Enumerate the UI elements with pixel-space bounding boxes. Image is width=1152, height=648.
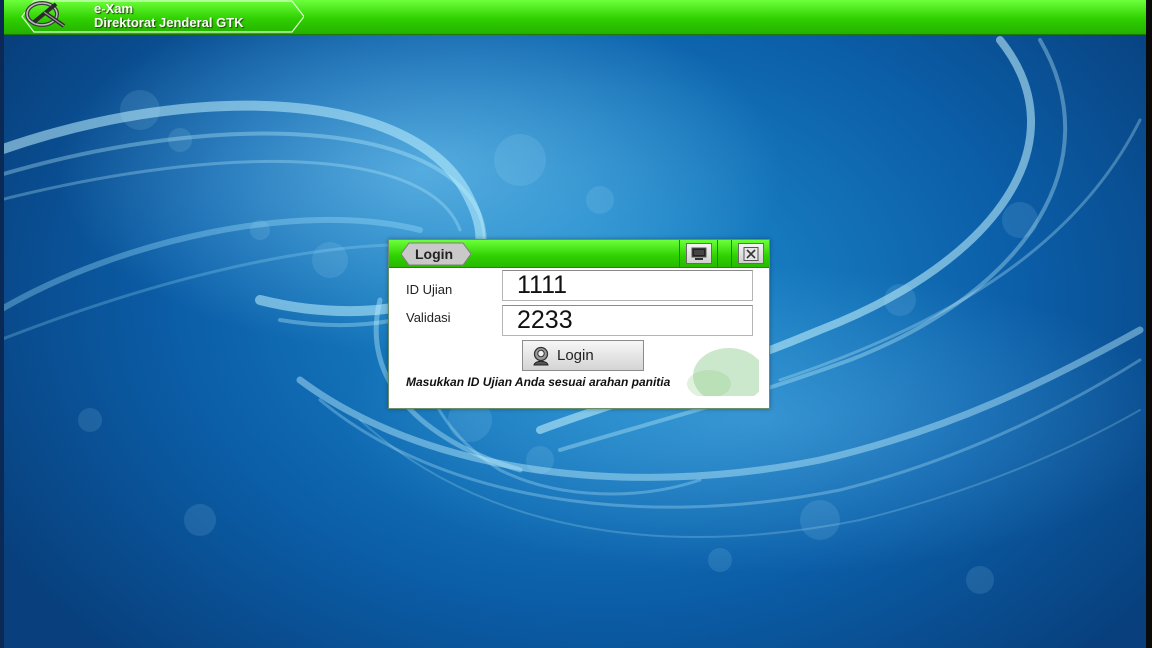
validasi-label: Validasi: [406, 310, 451, 325]
dialog-title: Login: [415, 246, 454, 262]
id-ujian-label: ID Ujian: [406, 282, 453, 297]
id-ujian-input[interactable]: 1111: [502, 270, 753, 301]
dialog-titlebar: Login: [389, 240, 769, 268]
app-name: e-Xam: [94, 1, 134, 16]
close-button[interactable]: [738, 243, 764, 264]
exam-logo-icon: [25, 1, 66, 28]
login-button-label: Login: [557, 347, 594, 364]
app-title-tab: e-Xam Direktorat Jenderal GTK: [20, 0, 304, 33]
dialog-title-tab: Login: [401, 242, 471, 266]
hint-text: Masukkan ID Ujian Anda sesuai arahan pan…: [406, 375, 671, 389]
login-dialog: Login ID Ujian 1111 Validasi 2233 Login …: [388, 239, 770, 409]
desktop-background: e-Xam Direktorat Jenderal GTK Login ID U…: [0, 0, 1152, 648]
app-subtitle: Direktorat Jenderal GTK: [94, 15, 244, 30]
titlebar-separator: [731, 240, 732, 267]
monitor-icon: [691, 247, 707, 260]
close-icon: [743, 246, 759, 261]
titlebar-separator: [679, 240, 680, 267]
login-button[interactable]: Login: [522, 340, 644, 371]
top-bar: e-Xam Direktorat Jenderal GTK: [4, 0, 1146, 35]
titlebar-separator: [717, 240, 718, 267]
screen-left-edge: [0, 0, 4, 648]
screen-right-edge: [1146, 0, 1152, 648]
user-icon: [533, 346, 549, 365]
minimize-button[interactable]: [686, 243, 712, 264]
validasi-input[interactable]: 2233: [502, 305, 753, 336]
